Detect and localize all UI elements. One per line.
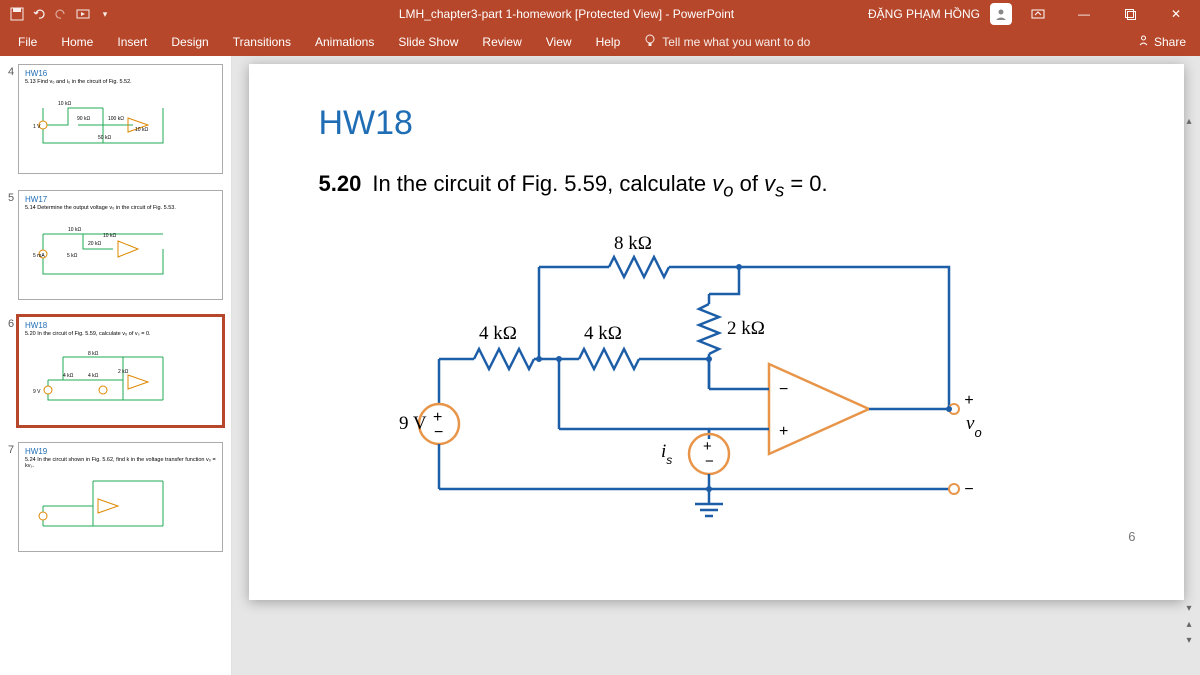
thumbnail-preview[interactable]: HW16 5.13 Find v₀ and i₀ in the circuit …: [18, 64, 223, 174]
tab-home[interactable]: Home: [49, 28, 105, 56]
minimize-icon[interactable]: —: [1064, 0, 1104, 28]
nav-rail: ▾ ▴ ▾: [1182, 601, 1198, 651]
tab-file[interactable]: File: [6, 28, 49, 56]
svg-text:−: −: [434, 424, 443, 441]
tab-design[interactable]: Design: [159, 28, 220, 56]
share-label: Share: [1154, 35, 1186, 49]
redo-icon[interactable]: [54, 7, 68, 21]
svg-text:100 kΩ: 100 kΩ: [108, 116, 124, 122]
resistor-2k-label: 2 kΩ: [727, 318, 765, 339]
share-button[interactable]: Share: [1123, 28, 1200, 56]
thumbnail-5[interactable]: 5 HW17 5.14 Determine the output voltage…: [0, 186, 231, 312]
user-name[interactable]: ĐẶNG PHẠM HỒNG: [868, 7, 980, 21]
svg-text:+: +: [964, 392, 973, 409]
svg-text:20 kΩ: 20 kΩ: [88, 241, 101, 247]
share-icon: [1137, 34, 1150, 50]
main-area: 4 HW16 5.13 Find v₀ and i₀ in the circui…: [0, 56, 1200, 675]
problem-statement: 5.20 In the circuit of Fig. 5.59, calcul…: [319, 171, 1114, 201]
svg-text:50 kΩ: 50 kΩ: [98, 135, 111, 141]
start-from-beginning-icon[interactable]: [76, 7, 90, 21]
thumbnail-preview-active[interactable]: HW18 5.20 In the circuit of Fig. 5.59, c…: [18, 316, 223, 426]
svg-text:4 kΩ: 4 kΩ: [88, 373, 99, 379]
svg-text:10 kΩ: 10 kΩ: [135, 127, 148, 133]
ribbon-tabs: File Home Insert Design Transitions Anim…: [0, 28, 1200, 56]
scroll-up-icon[interactable]: ▴: [1182, 116, 1196, 130]
lightbulb-icon: [644, 34, 656, 51]
title-bar: ▾ LMH_chapter3-part 1-homework [Protecte…: [0, 0, 1200, 28]
thumbnail-7[interactable]: 7 HW19 5.24 In the circuit shown in Fig.…: [0, 438, 231, 564]
tab-animations[interactable]: Animations: [303, 28, 386, 56]
svg-text:2 kΩ: 2 kΩ: [118, 369, 129, 375]
svg-text:8 kΩ: 8 kΩ: [88, 351, 99, 357]
svg-text:4 kΩ: 4 kΩ: [63, 373, 74, 379]
tab-help[interactable]: Help: [584, 28, 633, 56]
svg-text:5 mA: 5 mA: [33, 253, 45, 259]
tell-me-label: Tell me what you want to do: [662, 35, 810, 49]
tell-me-search[interactable]: Tell me what you want to do: [632, 28, 822, 56]
avatar-icon[interactable]: [990, 3, 1012, 25]
thumbnail-number: 5: [4, 190, 18, 204]
resistor-4k2-label: 4 kΩ: [584, 323, 622, 344]
thumbnail-preview[interactable]: HW17 5.14 Determine the output voltage v…: [18, 190, 223, 300]
thumbnail-number: 6: [4, 316, 18, 330]
quick-access-toolbar: ▾: [0, 7, 265, 21]
thumbnail-6[interactable]: 6 HW18 5.20 In the circuit of Fig. 5.59,…: [0, 312, 231, 438]
svg-text:9 V: 9 V: [33, 389, 41, 395]
prev-slide-icon[interactable]: ▴: [1182, 619, 1196, 633]
svg-text:90 kΩ: 90 kΩ: [77, 116, 90, 122]
tab-view[interactable]: View: [534, 28, 584, 56]
thumbnail-subtitle: 5.14 Determine the output voltage v₀ in …: [19, 205, 222, 213]
current-slide[interactable]: HW18 5.20 In the circuit of Fig. 5.59, c…: [249, 64, 1184, 600]
svg-text:1 V: 1 V: [33, 124, 41, 130]
thumbnail-4[interactable]: 4 HW16 5.13 Find v₀ and i₀ in the circui…: [0, 60, 231, 186]
slide-number-badge: 6: [1128, 529, 1135, 544]
problem-number: 5.20: [319, 171, 362, 196]
svg-text:+: +: [779, 423, 788, 440]
resistor-4k1-label: 4 kΩ: [479, 323, 517, 344]
thumbnail-title: HW18: [19, 317, 222, 331]
thumbnail-subtitle: 5.20 In the circuit of Fig. 5.59, calcul…: [19, 331, 222, 339]
svg-text:10 kΩ: 10 kΩ: [58, 101, 71, 107]
tab-review[interactable]: Review: [470, 28, 533, 56]
slide-editor-area[interactable]: HW18 5.20 In the circuit of Fig. 5.59, c…: [232, 56, 1200, 675]
circuit-diagram: 8 kΩ 4 kΩ 4 kΩ 2 kΩ −: [399, 229, 1039, 529]
window-title: LMH_chapter3-part 1-homework [Protected …: [265, 7, 868, 21]
thumbnail-subtitle: 5.13 Find v₀ and i₀ in the circuit of Fi…: [19, 79, 222, 87]
tab-insert[interactable]: Insert: [105, 28, 159, 56]
title-bar-right: ĐẶNG PHẠM HỒNG — ✕: [868, 0, 1200, 28]
thumbnail-title: HW17: [19, 191, 222, 205]
maximize-icon[interactable]: [1110, 0, 1150, 28]
current-source-label: is: [661, 441, 672, 467]
voltage-source-label: 9 V: [399, 413, 427, 434]
resistor-8k-label: 8 kΩ: [614, 233, 652, 254]
thumbnail-title: HW19: [19, 443, 222, 457]
slide-thumbnail-panel[interactable]: 4 HW16 5.13 Find v₀ and i₀ in the circui…: [0, 56, 232, 675]
slide-title: HW18: [319, 104, 1114, 143]
thumbnail-number: 4: [4, 64, 18, 78]
svg-text:5 kΩ: 5 kΩ: [67, 253, 78, 259]
save-icon[interactable]: [10, 7, 24, 21]
svg-text:−: −: [705, 453, 714, 470]
thumbnail-title: HW16: [19, 65, 222, 79]
thumbnail-number: 7: [4, 442, 18, 456]
svg-text:−: −: [779, 381, 788, 398]
undo-icon[interactable]: [32, 7, 46, 21]
scroll-down-icon[interactable]: ▾: [1182, 603, 1196, 617]
ribbon-display-icon[interactable]: [1018, 0, 1058, 28]
scroll-rail: ▴: [1182, 114, 1198, 132]
tab-slide-show[interactable]: Slide Show: [386, 28, 470, 56]
close-icon[interactable]: ✕: [1156, 0, 1196, 28]
output-vo-label: vo: [966, 413, 982, 440]
qat-dropdown-icon[interactable]: ▾: [98, 7, 112, 21]
tab-transitions[interactable]: Transitions: [221, 28, 303, 56]
thumbnail-preview[interactable]: HW19 5.24 In the circuit shown in Fig. 5…: [18, 442, 223, 552]
svg-text:−: −: [964, 481, 973, 498]
svg-text:10 kΩ: 10 kΩ: [68, 227, 81, 233]
thumbnail-subtitle: 5.24 In the circuit shown in Fig. 5.62, …: [19, 457, 222, 471]
next-slide-icon[interactable]: ▾: [1182, 635, 1196, 649]
svg-text:10 kΩ: 10 kΩ: [103, 233, 116, 239]
